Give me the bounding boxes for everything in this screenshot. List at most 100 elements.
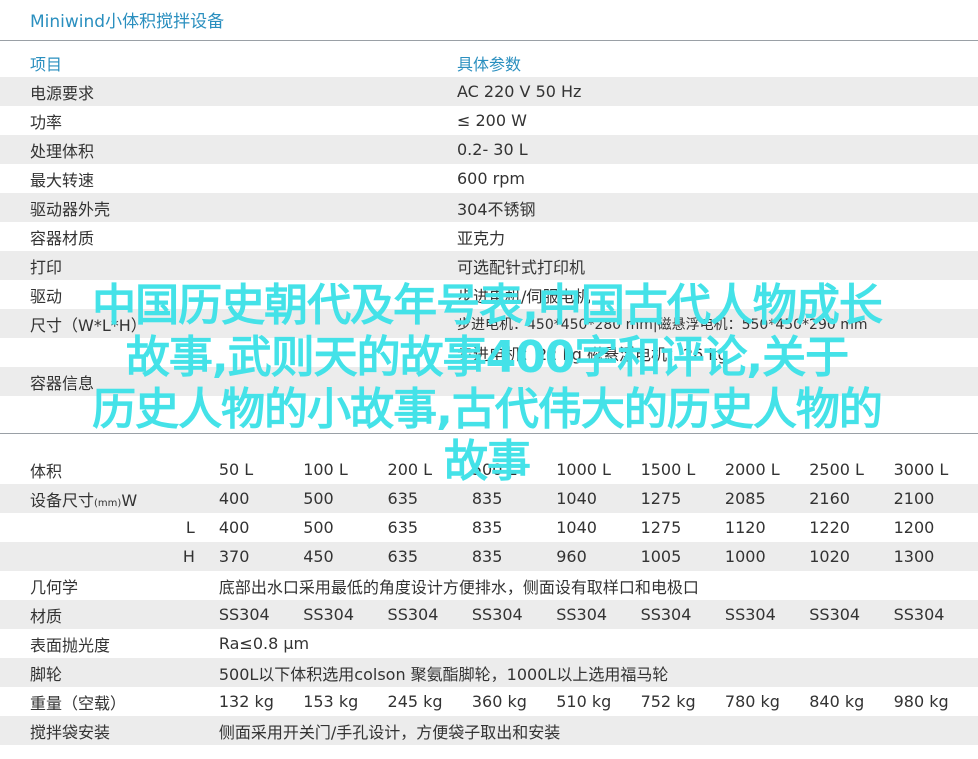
table-row: 设备尺寸(mm)W 400 500 635 835 1040 1275 2085…: [0, 484, 978, 513]
dim-cell: 960: [556, 542, 641, 571]
spec-value: ≤ 200 W: [457, 106, 978, 135]
dim-cell: 2160: [809, 484, 894, 513]
dim-cell: 500: [303, 513, 388, 542]
weight-cell: 153 kg: [303, 687, 388, 716]
dim-cell: 1275: [640, 484, 725, 513]
table-row: 打印 可选配针式打印机: [0, 251, 978, 280]
dim-cell: 1000: [724, 542, 810, 571]
dim-cell: 1040: [556, 513, 641, 542]
table-row: 驱动器外壳 304不锈钢: [0, 193, 978, 222]
spec-key: 电源要求: [0, 77, 457, 106]
overlay-line: 故事,武则天的故事400字和评论,关于: [125, 332, 849, 383]
table-row: 功率 ≤ 200 W: [0, 106, 978, 135]
spec-key: 功率: [0, 106, 457, 135]
wheel-value: 500L以下体积选用colson 聚氨酯脚轮，1000L以上选用福马轮: [218, 658, 978, 687]
dim-cell: 2085: [724, 484, 810, 513]
dim-cell: 400: [218, 513, 304, 542]
material-cell: SS304: [471, 600, 557, 629]
geometry-value: 底部出水口采用最低的角度设计方便排水，侧面设有取样口和电极口: [218, 571, 978, 600]
table-row: 表面抛光度 Ra≤0.8 μm: [0, 629, 978, 658]
table-row: 最大转速 600 rpm: [0, 164, 978, 193]
table-row: 脚轮 500L以下体积选用colson 聚氨酯脚轮，1000L以上选用福马轮: [0, 658, 978, 687]
spec-value: 可选配针式打印机: [457, 251, 978, 280]
wheel-label: 脚轮: [0, 658, 219, 687]
spec-table-header: 项目 具体参数: [0, 48, 978, 77]
spec-value: 304不锈钢: [457, 193, 978, 222]
dim-cell: 450: [303, 542, 388, 571]
dim-cell: 1200: [893, 513, 978, 542]
dim-cell: 835: [471, 484, 557, 513]
size-label-text: 设备尺寸: [30, 490, 95, 510]
spec-sheet: Miniwind小体积搅拌设备 项目 具体参数 电源要求 AC 220 V 50…: [0, 0, 978, 759]
material-cell: SS304: [724, 600, 810, 629]
dim-cell: 835: [471, 513, 557, 542]
weight-cell: 132 kg: [218, 687, 304, 716]
material-label: 材质: [0, 600, 219, 629]
overlay-line: 历史人物的小故事,古代伟大的历史人物的: [92, 384, 883, 435]
spec-key: 打印: [0, 251, 457, 280]
weight-cell: 245 kg: [387, 687, 472, 716]
spec-key: 驱动器外壳: [0, 193, 457, 222]
geometry-label: 几何学: [0, 571, 219, 600]
weight-label: 重量（空载）: [0, 687, 219, 716]
spec-value: 亚克力: [457, 222, 978, 251]
overlay-line: 中国历史朝代及年号表,中国古代人物成长: [92, 280, 883, 331]
dim-cell: 500: [303, 484, 388, 513]
table-row: 处理体积 0.2- 30 L: [0, 135, 978, 164]
dim-cell: 400: [218, 484, 304, 513]
table-row: 几何学 底部出水口采用最低的角度设计方便排水，侧面设有取样口和电极口: [0, 571, 978, 600]
spec-header-item: 项目: [0, 48, 457, 77]
watermark-overlay: 中国历史朝代及年号表,中国古代人物成长 故事,武则天的故事400字和评论,关于 …: [12, 280, 962, 488]
dim-l-label: L: [0, 513, 219, 542]
material-cell: SS304: [387, 600, 472, 629]
table-row: 容器材质 亚克力: [0, 222, 978, 251]
table-row: 重量（空载） 132 kg 153 kg 245 kg 360 kg 510 k…: [0, 687, 978, 716]
dim-cell: 1020: [809, 542, 894, 571]
bag-value: 侧面采用开关门/手孔设计，方便袋子取出和安装: [218, 716, 978, 745]
table-row: 搅拌袋安装 侧面采用开关门/手孔设计，方便袋子取出和安装: [0, 716, 978, 745]
dim-cell: 2100: [893, 484, 978, 513]
weight-cell: 752 kg: [640, 687, 725, 716]
weight-cell: 840 kg: [809, 687, 894, 716]
spec-value: AC 220 V 50 Hz: [457, 77, 978, 106]
dim-w-label: W: [121, 490, 138, 510]
weight-cell: 980 kg: [893, 687, 978, 716]
material-cell: SS304: [893, 600, 978, 629]
material-cell: SS304: [218, 600, 304, 629]
weight-cell: 360 kg: [471, 687, 557, 716]
dim-cell: 835: [471, 542, 557, 571]
spec-header-value: 具体参数: [457, 48, 978, 77]
table-row: H 370 450 635 835 960 1005 1000 1020 130…: [0, 542, 978, 571]
title-divider: [0, 40, 978, 41]
dim-cell: 635: [387, 484, 472, 513]
size-label: 设备尺寸(mm)W: [0, 484, 219, 513]
material-cell: SS304: [303, 600, 388, 629]
spec-value: 600 rpm: [457, 164, 978, 193]
spec-key: 最大转速: [0, 164, 457, 193]
dim-cell: 370: [218, 542, 304, 571]
overlay-line: 故事: [444, 436, 531, 487]
weight-cell: 510 kg: [556, 687, 641, 716]
spec-key: 容器材质: [0, 222, 457, 251]
dim-cell: 1040: [556, 484, 641, 513]
polish-value: Ra≤0.8 μm: [218, 629, 978, 658]
spec-value: 0.2- 30 L: [457, 135, 978, 164]
bag-label: 搅拌袋安装: [0, 716, 219, 745]
dim-h-label: H: [0, 542, 219, 571]
dim-cell: 1005: [640, 542, 725, 571]
dim-cell: 1300: [893, 542, 978, 571]
page-title: Miniwind小体积搅拌设备: [30, 12, 225, 32]
size-unit: (mm): [94, 497, 122, 509]
material-cell: SS304: [809, 600, 894, 629]
material-cell: SS304: [640, 600, 725, 629]
polish-label: 表面抛光度: [0, 629, 219, 658]
dim-cell: 1120: [724, 513, 810, 542]
dim-cell: 1220: [809, 513, 894, 542]
container-table: 体积 50 L 100 L 200 L 500 L 1000 L 1500 L …: [0, 455, 978, 745]
dim-cell: 635: [387, 513, 472, 542]
material-cell: SS304: [556, 600, 641, 629]
table-row: 材质 SS304 SS304 SS304 SS304 SS304 SS304 S…: [0, 600, 978, 629]
dim-cell: 635: [387, 542, 472, 571]
weight-cell: 780 kg: [724, 687, 810, 716]
dim-cell: 1275: [640, 513, 725, 542]
